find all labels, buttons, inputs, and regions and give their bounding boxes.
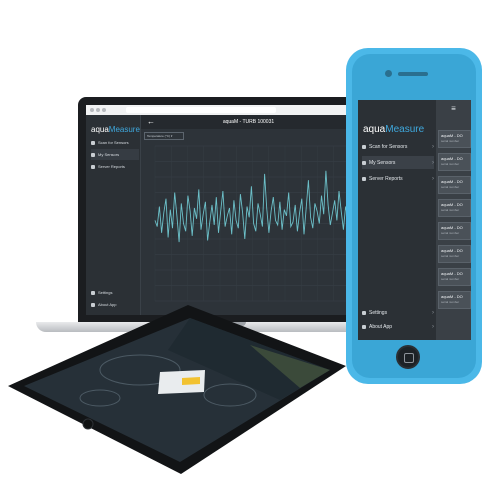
sensor-card-title: aquaM - DO <box>441 294 463 299</box>
sensor-card-title: aquaM - DO <box>441 202 463 207</box>
sidebar-item-about[interactable]: About App <box>91 299 139 310</box>
sensor-card[interactable]: aquaM - DO serial number <box>438 245 471 263</box>
sidebar-item-server-reports[interactable]: Server Reports <box>91 161 139 172</box>
sensor-card-subtitle: serial number <box>441 231 460 235</box>
menu-item-my-sensors[interactable]: My Sensors › <box>362 156 434 169</box>
sensor-card[interactable]: aquaM - DO serial number <box>438 176 471 194</box>
cloud-icon <box>362 176 366 181</box>
speaker-grille <box>398 72 428 76</box>
brand-logo: aquaMeasure <box>363 124 425 135</box>
browser-close-dot[interactable] <box>90 108 94 112</box>
browser-address-bar[interactable] <box>126 107 276 113</box>
sidebar-item-my-sensors[interactable]: My Sensors <box>91 149 139 160</box>
sensor-card-subtitle: serial number <box>441 277 460 281</box>
chevron-right-icon: › <box>432 309 434 316</box>
sidebar-item-label: Scan for Sensors <box>98 140 129 145</box>
scan-icon <box>362 144 366 149</box>
hamburger-menu-icon[interactable]: ≡ <box>436 104 471 114</box>
menu-item-settings[interactable]: Settings › <box>362 306 434 319</box>
tablet-map-land <box>250 345 330 388</box>
sensor-card-title: aquaM - DO <box>441 248 463 253</box>
measurement-select[interactable]: Temperature (°C) ▾ <box>144 132 184 140</box>
sensor-card-title: aquaM - DO <box>441 271 463 276</box>
cloud-icon <box>91 164 95 169</box>
sensor-card-subtitle: serial number <box>441 208 460 212</box>
app-header: aquaM - TURB 100031 ← <box>141 115 356 129</box>
sidebar-item-label: Settings <box>98 290 113 295</box>
menu-item-server-reports[interactable]: Server Reports › <box>362 172 434 185</box>
browser-toolbar <box>86 105 356 115</box>
sensor-card-subtitle: serial number <box>441 254 460 258</box>
tablet-map-ring <box>99 354 181 386</box>
tablet-screen <box>24 318 330 462</box>
phone-side-menu: aquaMeasure Scan for Sensors › My Sensor… <box>358 100 436 340</box>
menu-item-about[interactable]: About App › <box>362 320 434 333</box>
sensors-icon <box>362 160 366 165</box>
home-square-icon <box>404 353 414 363</box>
sidebar-item-scan[interactable]: Scan for Sensors <box>91 137 139 148</box>
menu-item-label: About App <box>369 323 393 330</box>
menu-item-label: Server Reports <box>369 175 403 182</box>
scan-icon <box>91 140 95 145</box>
sensor-card-subtitle: serial number <box>441 300 460 304</box>
chevron-right-icon: › <box>432 323 434 330</box>
sensor-card-title: aquaM - DO <box>441 133 463 138</box>
sensor-card[interactable]: aquaM - DO serial number <box>438 222 471 240</box>
laptop-screen: aquaMeasure Scan for Sensors My Sensors … <box>86 105 356 315</box>
camera-icon <box>385 70 392 77</box>
menu-item-label: My Sensors <box>369 159 396 166</box>
sensor-card[interactable]: aquaM - DO serial number <box>438 199 471 217</box>
brand-logo: aquaMeasure <box>91 125 140 134</box>
menu-item-label: Scan for Sensors <box>369 143 408 150</box>
tablet-dialog-button <box>182 377 200 385</box>
browser-min-dot[interactable] <box>96 108 100 112</box>
gear-icon <box>91 290 95 295</box>
sensor-line-chart <box>154 145 351 302</box>
help-icon <box>362 324 366 329</box>
sensor-card-subtitle: serial number <box>441 162 460 166</box>
sidebar-item-label: My Sensors <box>98 152 120 157</box>
tablet-home-button <box>82 418 94 430</box>
sensor-card[interactable]: aquaM - DO serial number <box>438 130 471 148</box>
laptop-sidebar: aquaMeasure Scan for Sensors My Sensors … <box>86 115 141 315</box>
menu-item-label: Settings <box>369 309 388 316</box>
sensor-card-title: aquaM - DO <box>441 225 463 230</box>
page-title: aquaM - TURB 100031 <box>222 119 275 125</box>
chevron-right-icon: › <box>432 143 434 150</box>
browser-max-dot[interactable] <box>102 108 106 112</box>
sensor-card-subtitle: serial number <box>441 139 460 143</box>
sidebar-item-settings[interactable]: Settings <box>91 287 139 298</box>
tablet-dialog <box>158 370 205 394</box>
sidebar-item-label: About App <box>98 302 117 307</box>
sidebar-item-label: Server Reports <box>98 164 125 169</box>
sensor-card[interactable]: aquaM - DO serial number <box>438 153 471 171</box>
sensor-card-subtitle: serial number <box>441 185 460 189</box>
gear-icon <box>362 310 366 315</box>
laptop-notch <box>178 322 246 326</box>
chevron-right-icon: › <box>432 159 434 166</box>
sensor-card-title: aquaM - DO <box>441 156 463 161</box>
back-arrow-icon[interactable]: ← <box>147 117 155 127</box>
chevron-right-icon: › <box>432 175 434 182</box>
sensor-card[interactable]: aquaM - DO serial number <box>438 291 471 309</box>
phone-screen: aquaMeasure Scan for Sensors › My Sensor… <box>358 100 471 340</box>
sensor-card[interactable]: aquaM - DO serial number <box>438 268 471 286</box>
tablet-map-ring <box>203 383 257 407</box>
sensor-card-title: aquaM - DO <box>441 179 463 184</box>
tablet-map-ring <box>79 389 121 407</box>
help-icon <box>91 302 95 307</box>
menu-item-scan[interactable]: Scan for Sensors › <box>362 140 434 153</box>
sensors-icon <box>91 152 95 157</box>
